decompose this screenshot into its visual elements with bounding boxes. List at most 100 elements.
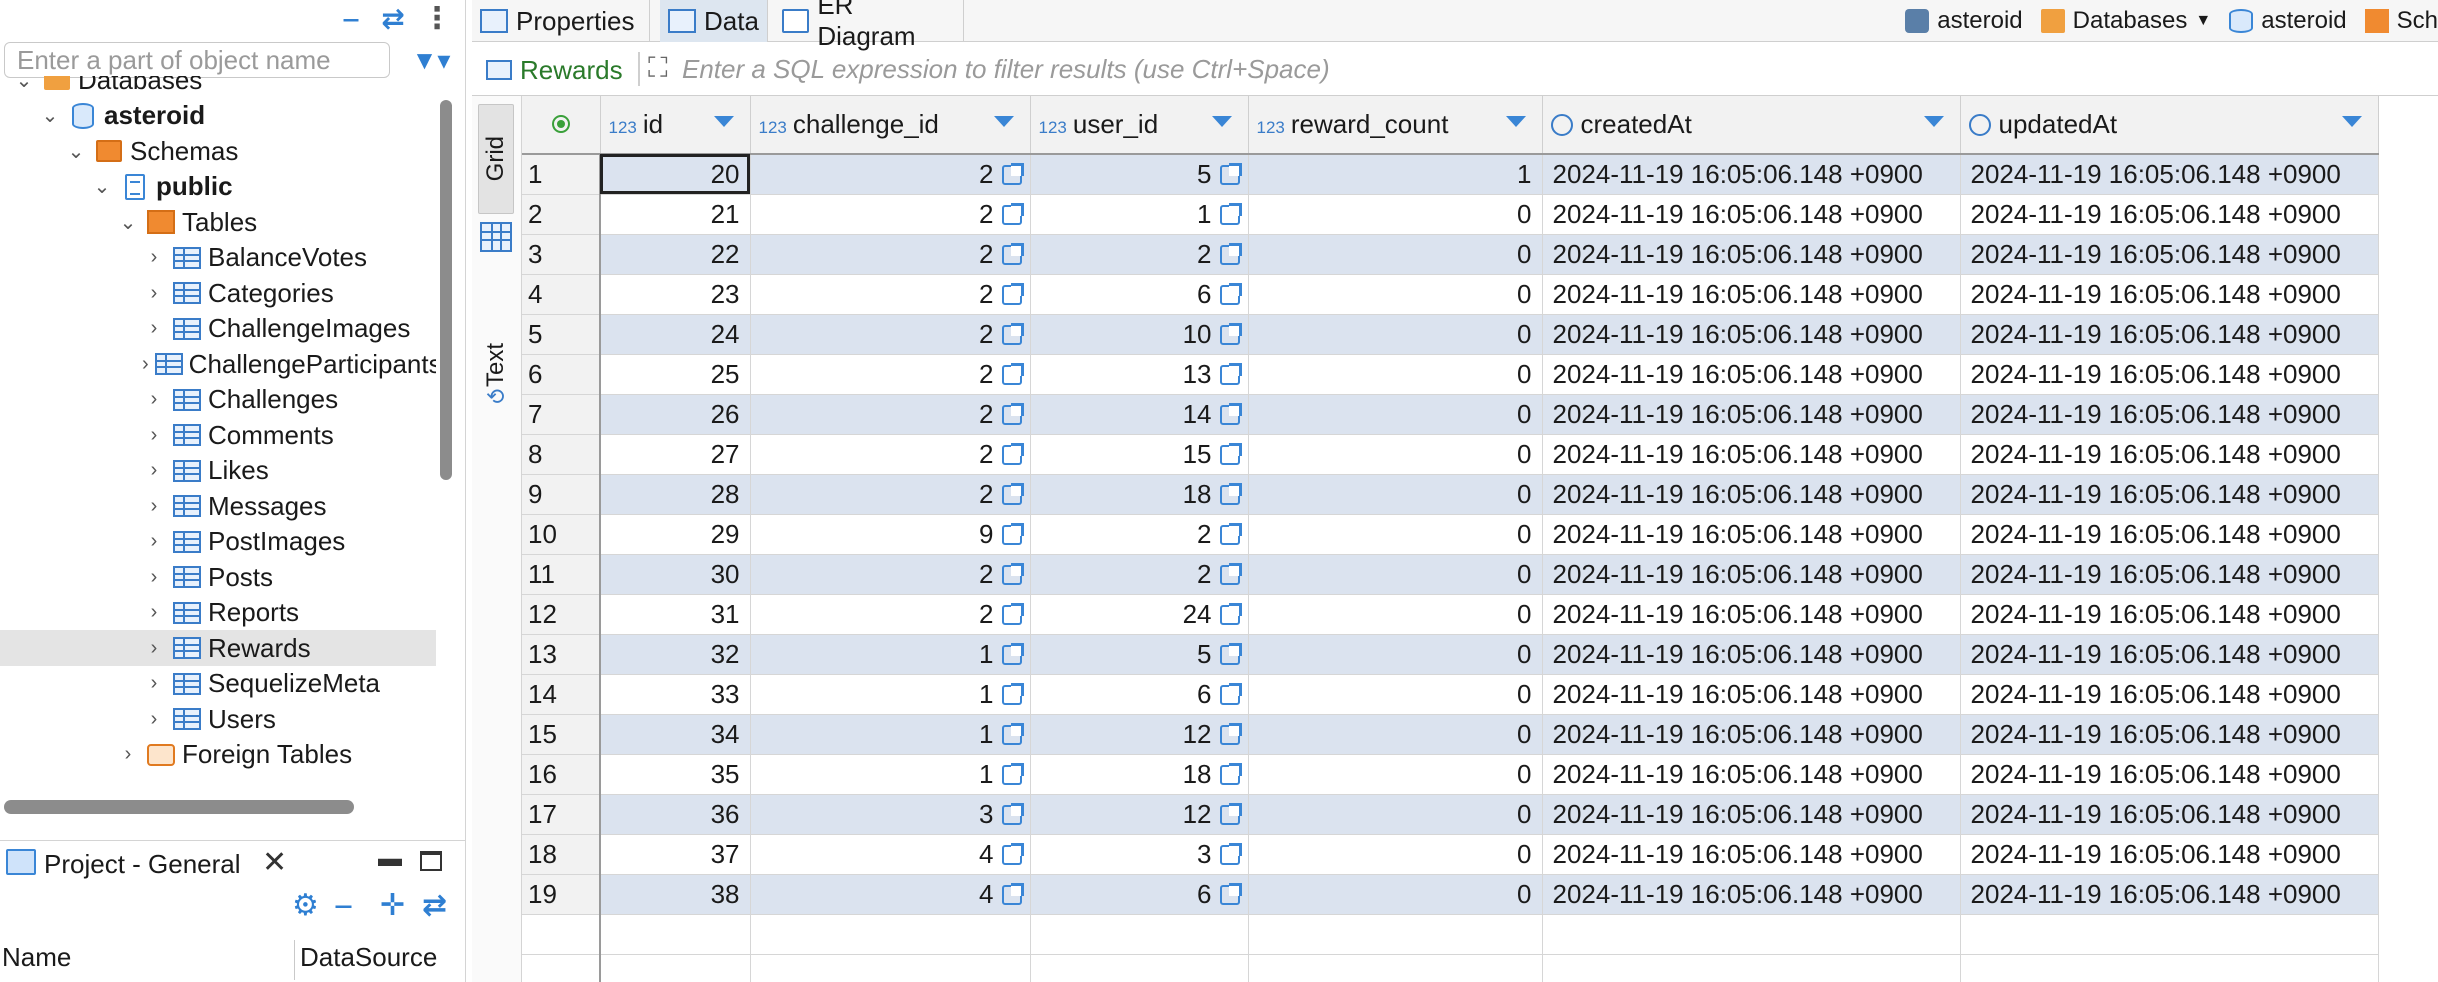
updated-at-cell[interactable]: 2024-11-19 16:05:06.148 +0900	[1960, 354, 2379, 395]
tree-item[interactable]: › Comments	[0, 417, 436, 453]
reward-count-cell[interactable]: 0	[1248, 754, 1543, 795]
chevron-right-icon[interactable]: ›	[142, 459, 166, 482]
challenge-id-cell[interactable]: 1	[750, 634, 1031, 675]
tree-item[interactable]: › Rewards	[0, 630, 436, 666]
created-at-cell[interactable]: 2024-11-19 16:05:06.148 +0900	[1542, 794, 1961, 835]
table-row[interactable]: 12 31 2 24 0 2024-11-19 16:05:06.148 +0900 202…	[522, 594, 2379, 635]
reward-count-cell[interactable]: 0	[1248, 274, 1543, 315]
challenge-id-cell[interactable]: 2	[750, 474, 1031, 515]
user-id-cell[interactable]: 18	[1030, 754, 1249, 795]
grid-view-tab[interactable]: Grid	[478, 104, 514, 214]
id-cell[interactable]: 25	[600, 354, 751, 395]
chevron-down-icon[interactable]: ⌄	[116, 210, 140, 235]
databases-selector[interactable]: Databases	[2073, 7, 2188, 35]
object-name-search-input[interactable]	[4, 42, 390, 78]
tree-item[interactable]: › ChallengeImages	[0, 311, 436, 347]
add-icon[interactable]: ✛	[380, 888, 405, 923]
challenge-id-cell[interactable]: 2	[750, 554, 1031, 595]
row-number-cell[interactable]: 14	[522, 674, 601, 715]
datasource-selector[interactable]: asteroid	[1937, 7, 2022, 35]
user-id-cell[interactable]: 1	[1030, 194, 1249, 235]
id-cell[interactable]: 26	[600, 394, 751, 435]
chevron-right-icon[interactable]: ›	[142, 566, 166, 589]
table-row[interactable]: 6 25 2 13 0 2024-11-19 16:05:06.148 +0900 2024…	[522, 354, 2379, 395]
open-reference-icon[interactable]	[1001, 642, 1024, 665]
challenge-id-cell[interactable]: 2	[750, 594, 1031, 635]
challenge-id-cell[interactable]: 2	[750, 194, 1031, 235]
reward-count-cell[interactable]: 0	[1248, 434, 1543, 475]
challenge-id-cell[interactable]: 1	[750, 754, 1031, 795]
row-number-cell[interactable]: 9	[522, 474, 601, 515]
tree-item[interactable]: ⌄ asteroid	[0, 98, 436, 134]
open-reference-icon[interactable]	[1219, 762, 1242, 785]
created-at-cell[interactable]: 2024-11-19 16:05:06.148 +0900	[1542, 874, 1961, 915]
reward-count-cell[interactable]: 0	[1248, 674, 1543, 715]
more-options-icon[interactable]: ⋮	[420, 2, 454, 35]
chevron-down-icon[interactable]: ▼	[2195, 12, 2211, 30]
open-reference-icon[interactable]	[1001, 682, 1024, 705]
open-reference-icon[interactable]	[1219, 802, 1242, 825]
column-header-user-id[interactable]: 123 user_id	[1030, 96, 1249, 155]
open-reference-icon[interactable]	[1219, 522, 1242, 545]
table-row[interactable]: 7 26 2 14 0 2024-11-19 16:05:06.148 +0900 2024…	[522, 394, 2379, 435]
updated-at-cell[interactable]: 2024-11-19 16:05:06.148 +0900	[1960, 754, 2379, 795]
open-reference-icon[interactable]	[1219, 642, 1242, 665]
table-row[interactable]: 17 36 3 12 0 2024-11-19 16:05:06.148 +0900 202…	[522, 794, 2379, 835]
open-reference-icon[interactable]	[1219, 442, 1242, 465]
id-cell[interactable]: 36	[600, 794, 751, 835]
user-id-cell[interactable]: 2	[1030, 554, 1249, 595]
expand-filter-icon[interactable]: ⛶	[648, 52, 668, 85]
id-cell[interactable]: 27	[600, 434, 751, 475]
updated-at-cell[interactable]: 2024-11-19 16:05:06.148 +0900	[1960, 474, 2379, 515]
open-reference-icon[interactable]	[1001, 802, 1024, 825]
row-number-cell[interactable]: 17	[522, 794, 601, 835]
table-row[interactable]: 1 20 2 5 1 2024-11-19 16:05:06.148 +0900 2024-…	[522, 154, 2379, 195]
reward-count-cell[interactable]: 0	[1248, 234, 1543, 275]
updated-at-cell[interactable]: 2024-11-19 16:05:06.148 +0900	[1960, 514, 2379, 555]
grid-icon[interactable]	[480, 222, 512, 252]
created-at-cell[interactable]: 2024-11-19 16:05:06.148 +0900	[1542, 474, 1961, 515]
table-row[interactable]: 19 38 4 6 0 2024-11-19 16:05:06.148 +0900 2024…	[522, 874, 2379, 915]
created-at-cell[interactable]: 2024-11-19 16:05:06.148 +0900	[1542, 714, 1961, 755]
user-id-cell[interactable]: 10	[1030, 314, 1249, 355]
created-at-cell[interactable]: 2024-11-19 16:05:06.148 +0900	[1542, 594, 1961, 635]
row-number-cell[interactable]: 19	[522, 874, 601, 915]
open-reference-icon[interactable]	[1219, 242, 1242, 265]
row-number-cell[interactable]: 6	[522, 354, 601, 395]
tree-item[interactable]: ⌄ Databases	[0, 76, 436, 98]
open-reference-icon[interactable]	[1001, 762, 1024, 785]
challenge-id-cell[interactable]: 2	[750, 234, 1031, 275]
chevron-down-icon[interactable]: ⌄	[12, 76, 36, 93]
open-reference-icon[interactable]	[1219, 482, 1242, 505]
id-cell[interactable]: 30	[600, 554, 751, 595]
created-at-cell[interactable]: 2024-11-19 16:05:06.148 +0900	[1542, 634, 1961, 675]
sort-dropdown-icon[interactable]	[1211, 116, 1232, 127]
tab-er-diagram[interactable]: ER Diagram	[774, 0, 964, 51]
user-id-cell[interactable]: 5	[1030, 634, 1249, 675]
challenge-id-cell[interactable]: 9	[750, 514, 1031, 555]
open-reference-icon[interactable]	[1219, 402, 1242, 425]
tree-item[interactable]: › Reports	[0, 595, 436, 631]
challenge-id-cell[interactable]: 2	[750, 274, 1031, 315]
tree-item[interactable]: › BalanceVotes	[0, 240, 436, 276]
user-id-cell[interactable]: 3	[1030, 834, 1249, 875]
challenge-id-cell[interactable]: 2	[750, 354, 1031, 395]
table-row[interactable]: 10 29 9 2 0 2024-11-19 16:05:06.148 +0900 2024…	[522, 514, 2379, 555]
chevron-right-icon[interactable]: ›	[142, 601, 166, 624]
user-id-cell[interactable]: 2	[1030, 514, 1249, 555]
updated-at-cell[interactable]: 2024-11-19 16:05:06.148 +0900	[1960, 874, 2379, 915]
open-reference-icon[interactable]	[1219, 562, 1242, 585]
chevron-right-icon[interactable]: ›	[142, 672, 166, 695]
tree-item[interactable]: › PostImages	[0, 524, 436, 560]
sort-dropdown-icon[interactable]	[713, 116, 734, 127]
row-number-cell[interactable]: 10	[522, 514, 601, 555]
table-row[interactable]: 16 35 1 18 0 2024-11-19 16:05:06.148 +0900 202…	[522, 754, 2379, 795]
chevron-right-icon[interactable]: ›	[142, 317, 166, 340]
id-cell[interactable]: 38	[600, 874, 751, 915]
tree-horizontal-scrollbar[interactable]	[4, 800, 354, 814]
row-number-cell[interactable]: 7	[522, 394, 601, 435]
id-cell[interactable]: 37	[600, 834, 751, 875]
filter-table-label[interactable]: Rewards	[486, 52, 623, 88]
tree-item[interactable]: ⌄ Schemas	[0, 133, 436, 169]
user-id-cell[interactable]: 24	[1030, 594, 1249, 635]
